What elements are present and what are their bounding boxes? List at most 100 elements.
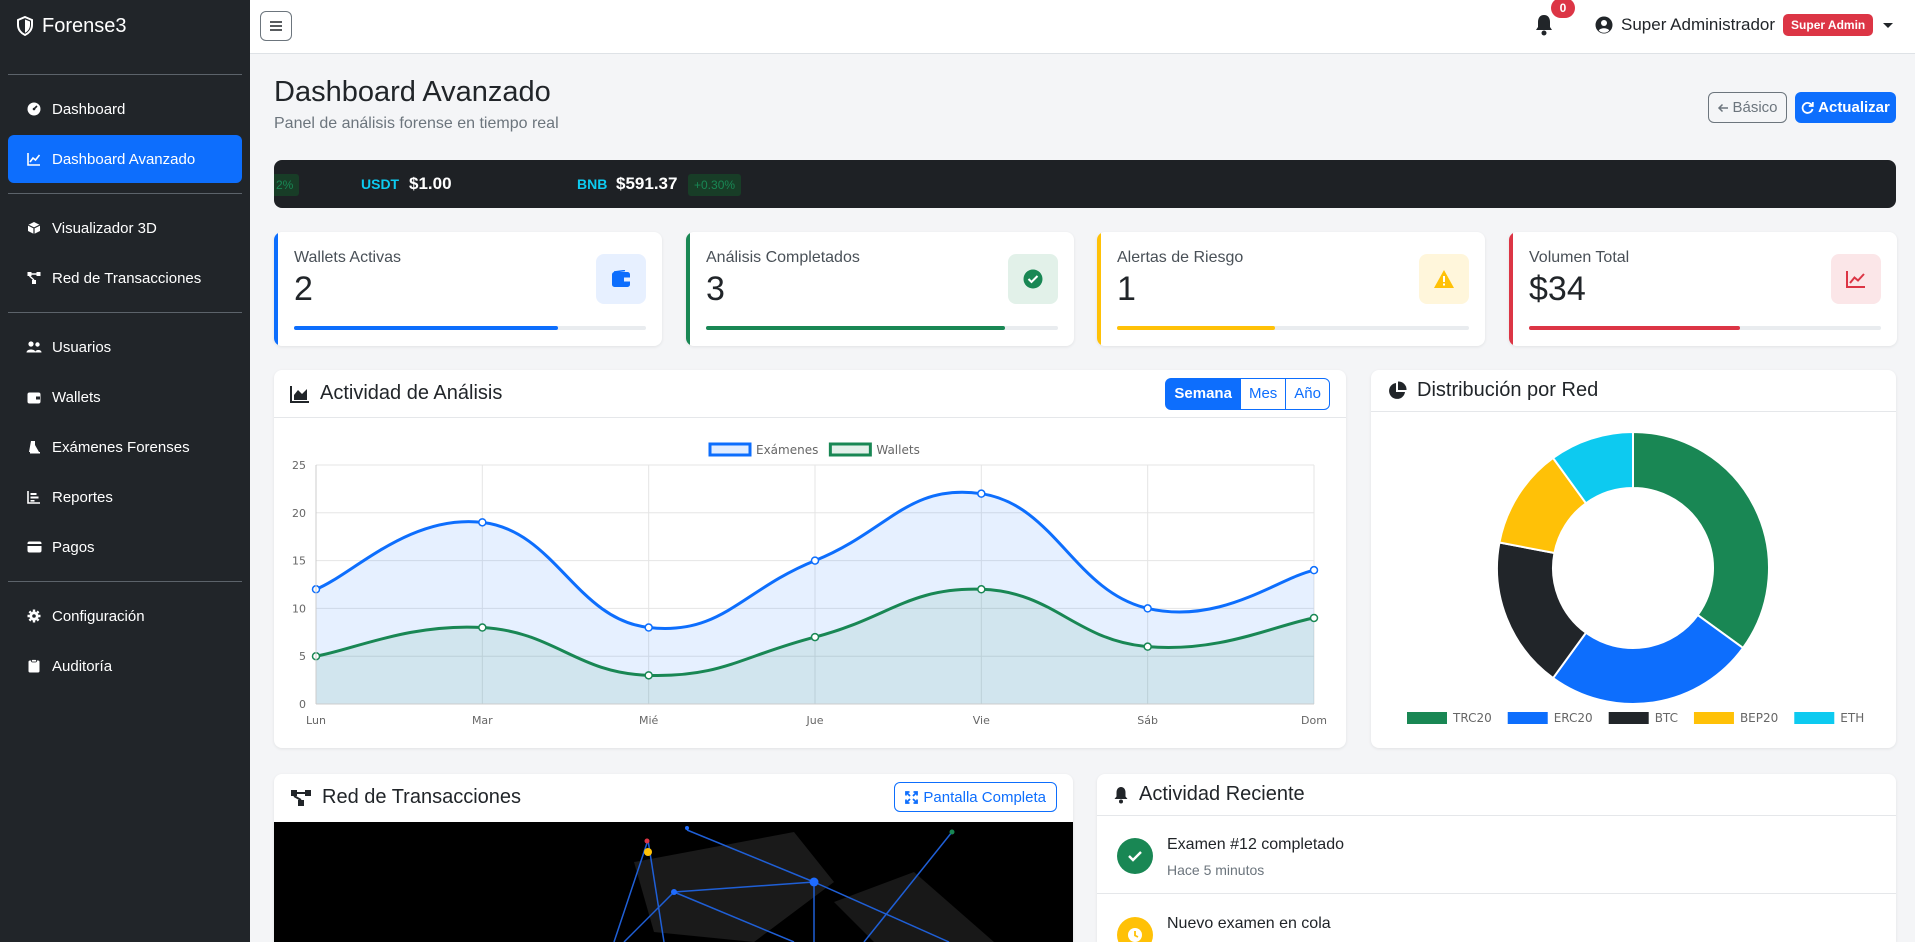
- legend-swatch[interactable]: [708, 442, 752, 457]
- sidebar-item-dashboard-avanzado[interactable]: Dashboard Avanzado: [8, 135, 242, 183]
- legend-swatch[interactable]: [1693, 712, 1734, 724]
- y-tick-label: 5: [299, 650, 306, 663]
- graph-node[interactable]: [949, 829, 955, 835]
- sidebar-item-reportes[interactable]: Reportes: [8, 473, 242, 521]
- period-semana-button[interactable]: Semana: [1165, 378, 1241, 410]
- fullscreen-button[interactable]: Pantalla Completa: [894, 782, 1057, 812]
- donut-slice[interactable]: [1632, 430, 1770, 650]
- graph-node[interactable]: [644, 848, 652, 856]
- ticker-change: +0.30%: [688, 174, 742, 196]
- area-chart-icon: [290, 385, 310, 403]
- legend-label[interactable]: ETH: [1840, 711, 1864, 725]
- sidebar-item-visualizador-3d[interactable]: Visualizador 3D: [8, 204, 242, 252]
- sidebar: Forense3 Dashboard Dashboard Avanzado Vi…: [0, 0, 250, 942]
- legend-swatch[interactable]: [1608, 712, 1649, 724]
- stat-progress: [706, 326, 1058, 330]
- sidebar-item-label: Dashboard Avanzado: [52, 150, 196, 168]
- card-title: Red de Transacciones: [290, 786, 521, 809]
- sidebar-item-examenes[interactable]: Exámenes Forenses: [8, 423, 242, 471]
- activity-time: Hace 5 minutos: [1167, 862, 1265, 878]
- page-subtitle: Panel de análisis forense en tiempo real: [274, 115, 559, 132]
- legend-swatch[interactable]: [1507, 712, 1548, 724]
- legend-label[interactable]: BEP20: [1740, 711, 1778, 725]
- page-title: Dashboard Avanzado: [274, 76, 551, 108]
- user-menu[interactable]: Super Administrador Super Admin: [1595, 14, 1894, 36]
- legend-swatch[interactable]: [1407, 712, 1447, 724]
- clock-icon: [1117, 917, 1153, 942]
- arrow-left-icon: [1718, 103, 1729, 112]
- ticker-symbol: BNB: [577, 176, 608, 192]
- ticker-symbol: USDT: [361, 176, 400, 192]
- period-ano-button[interactable]: Año: [1285, 378, 1330, 410]
- stat-progress: [294, 326, 646, 330]
- warning-icon: [1419, 254, 1469, 304]
- data-point[interactable]: [1309, 613, 1319, 623]
- period-selector: Semana Mes Año: [1165, 378, 1330, 410]
- y-tick-label: 10: [292, 602, 306, 615]
- period-mes-button[interactable]: Mes: [1239, 378, 1287, 410]
- data-point[interactable]: [977, 585, 986, 594]
- network-graph-canvas[interactable]: [274, 822, 1073, 942]
- data-point[interactable]: [810, 632, 820, 642]
- topbar: 0 Super Administrador Super Admin: [250, 0, 1915, 54]
- stat-accent: [1097, 232, 1101, 346]
- stat-accent: [1509, 232, 1513, 346]
- legend-label[interactable]: Wallets: [876, 443, 919, 457]
- sidebar-item-pagos[interactable]: Pagos: [8, 523, 242, 571]
- data-point[interactable]: [478, 518, 487, 527]
- graph-node[interactable]: [671, 889, 677, 895]
- card-header: Distribución por Red: [1371, 370, 1896, 412]
- data-point[interactable]: [977, 489, 986, 498]
- activity-chart-card: Actividad de Análisis Semana Mes Año Exá…: [274, 370, 1346, 748]
- stat-progress: [1529, 326, 1881, 330]
- card-header: Actividad de Análisis Semana Mes Año: [274, 370, 1346, 418]
- card-title: Distribución por Red: [1387, 379, 1598, 402]
- activity-item[interactable]: Examen #12 completado Hace 5 minutos: [1097, 816, 1896, 894]
- stat-progress-fill: [1529, 326, 1741, 330]
- stat-value: $34: [1529, 270, 1586, 308]
- gear-icon: [26, 608, 42, 624]
- sidebar-item-auditoria[interactable]: Auditoría: [8, 642, 242, 690]
- data-point[interactable]: [1143, 604, 1152, 613]
- basic-dashboard-button[interactable]: Básico: [1708, 92, 1787, 123]
- check-circle-icon: [1008, 254, 1058, 304]
- distribution-title: Distribución por Red: [1417, 379, 1599, 401]
- sidebar-item-usuarios[interactable]: Usuarios: [8, 323, 242, 371]
- legend-label[interactable]: TRC20: [1452, 711, 1492, 725]
- card-header: Actividad Reciente: [1097, 774, 1896, 816]
- sidebar-item-configuracion[interactable]: Configuración: [8, 592, 242, 640]
- data-point[interactable]: [1309, 565, 1319, 575]
- sidebar-item-wallets[interactable]: Wallets: [8, 373, 242, 421]
- sidebar-item-label: Exámenes Forenses: [52, 438, 190, 456]
- legend-swatch[interactable]: [828, 442, 872, 457]
- stat-label: Volumen Total: [1529, 249, 1630, 266]
- legend-label[interactable]: ERC20: [1554, 711, 1593, 725]
- data-point[interactable]: [644, 623, 653, 632]
- sidebar-item-dashboard[interactable]: Dashboard: [8, 85, 242, 133]
- graph-node[interactable]: [685, 826, 689, 830]
- clipboard-icon: [26, 658, 42, 674]
- cube-icon: [26, 220, 42, 236]
- sidebar-toggle-button[interactable]: [260, 11, 292, 41]
- basic-button-label: Básico: [1732, 99, 1778, 116]
- data-point[interactable]: [1143, 642, 1152, 651]
- card-header: Red de Transacciones Pantalla Completa: [274, 774, 1073, 822]
- update-button[interactable]: Actualizar: [1795, 92, 1896, 123]
- graph-node[interactable]: [644, 838, 650, 844]
- brand[interactable]: Forense3: [0, 0, 250, 52]
- notifications-button[interactable]: [1534, 14, 1554, 41]
- legend-label[interactable]: Exámenes: [756, 443, 818, 457]
- sidebar-item-red-transacciones[interactable]: Red de Transacciones: [8, 254, 242, 302]
- data-point[interactable]: [644, 671, 653, 680]
- network-card: Red de Transacciones Pantalla Completa: [274, 774, 1073, 942]
- data-point[interactable]: [478, 623, 487, 632]
- sidebar-item-label: Auditoría: [52, 657, 113, 675]
- activity-item[interactable]: Nuevo examen en cola: [1097, 895, 1896, 942]
- ticker-price: $1.00: [409, 174, 452, 193]
- graph-node[interactable]: [809, 877, 819, 887]
- data-point[interactable]: [810, 556, 820, 565]
- legend-swatch[interactable]: [1794, 712, 1835, 724]
- legend-label[interactable]: BTC: [1655, 711, 1678, 725]
- activity-title: Nuevo examen en cola: [1167, 915, 1331, 932]
- flask-icon: [26, 439, 42, 455]
